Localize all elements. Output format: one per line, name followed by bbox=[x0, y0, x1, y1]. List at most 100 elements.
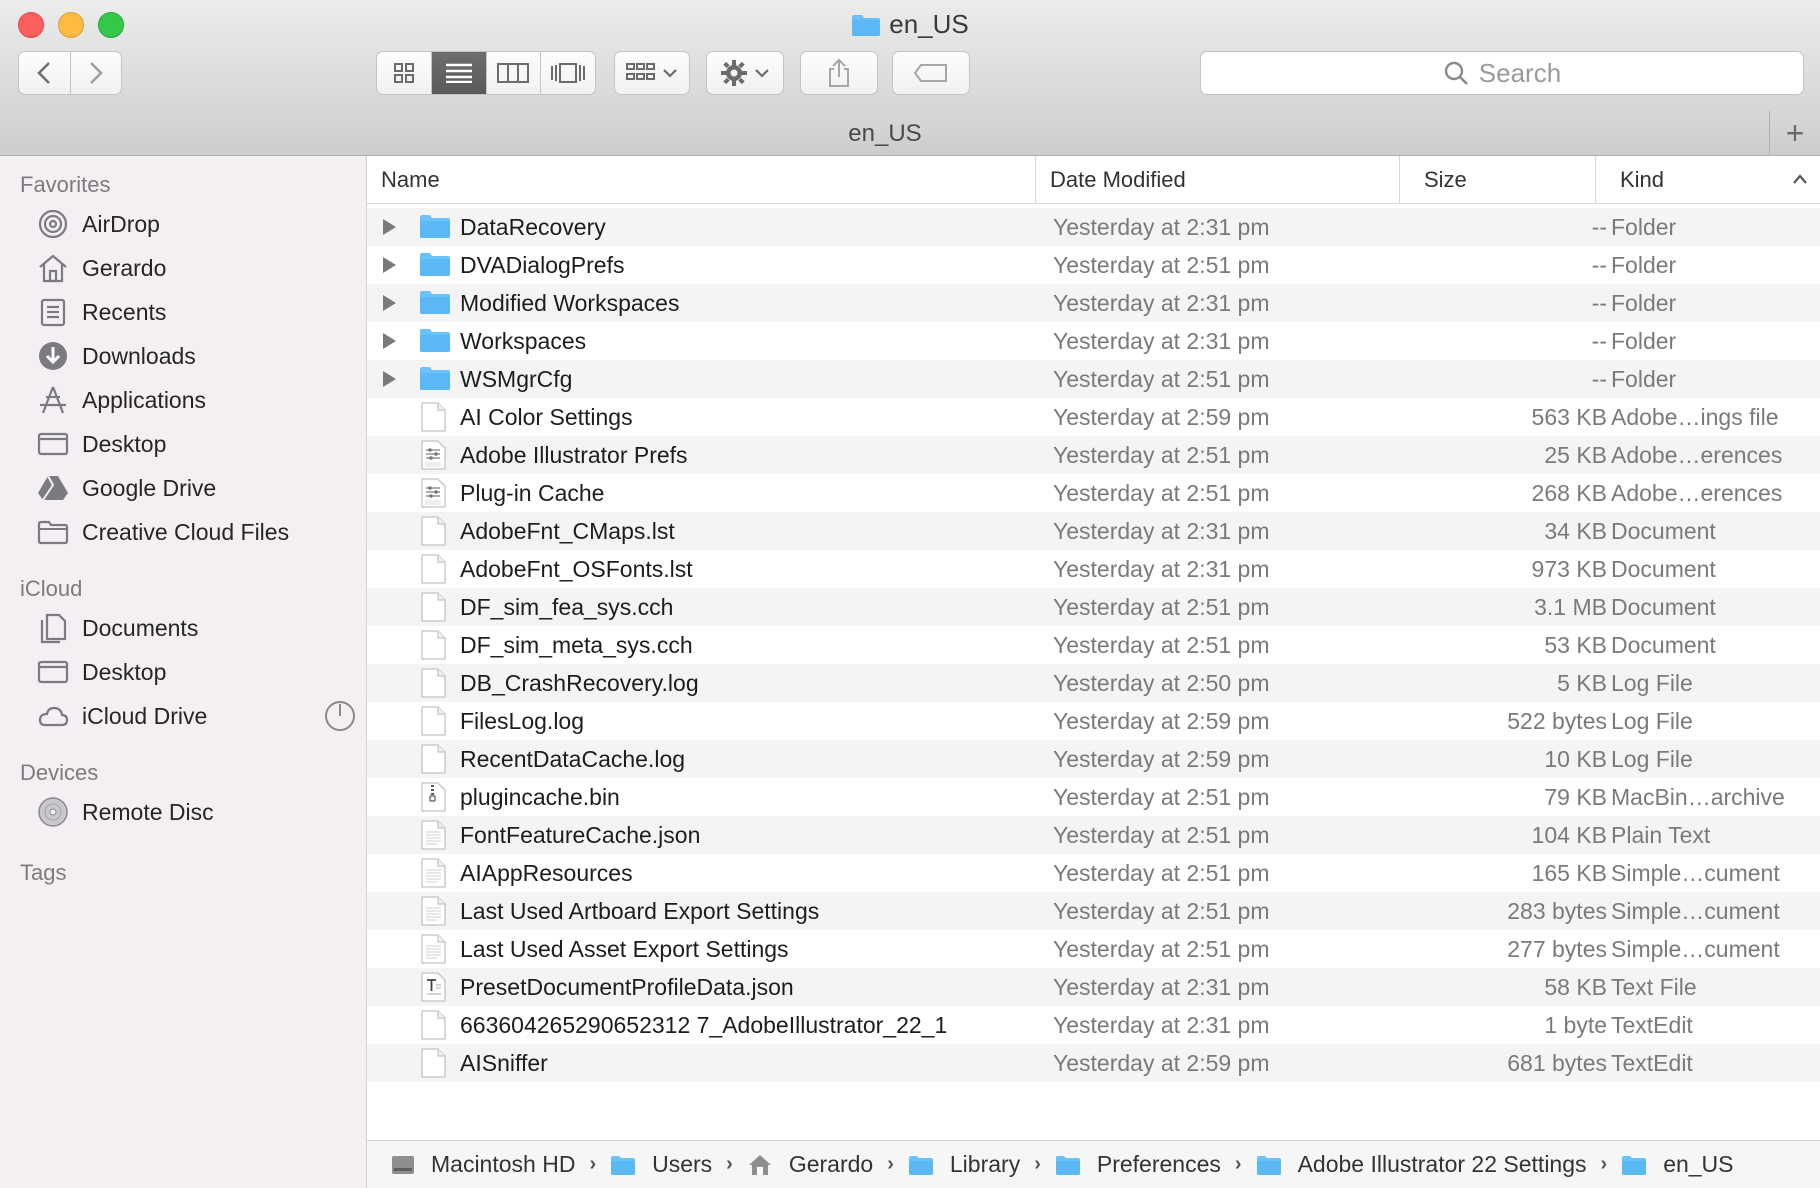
table-row[interactable]: PresetDocumentProfileData.json Yesterday … bbox=[367, 968, 1820, 1006]
table-row[interactable]: DataRecovery Yesterday at 2:31 pm -- Folder bbox=[367, 208, 1820, 246]
document-icon bbox=[419, 630, 451, 660]
breadcrumb-item[interactable]: Gerardo bbox=[747, 1151, 873, 1178]
sidebar-item-icloud-drive[interactable]: iCloud Drive bbox=[36, 696, 356, 736]
sidebar-header-devices: Devices bbox=[20, 760, 99, 785]
group-by-button[interactable] bbox=[614, 51, 690, 95]
folder-icon bbox=[1256, 1154, 1290, 1176]
tab-en-us[interactable]: en_US bbox=[0, 120, 1770, 148]
table-row[interactable]: Last Used Asset Export Settings Yesterday… bbox=[367, 930, 1820, 968]
airdrop-icon bbox=[36, 208, 70, 240]
sidebar-item-google-drive[interactable]: Google Drive bbox=[36, 468, 356, 508]
tags-button[interactable] bbox=[892, 51, 970, 95]
sidebar-item-label: Applications bbox=[82, 386, 207, 413]
sidebar-item-documents[interactable]: Documents bbox=[36, 608, 356, 648]
file-date-modified: Yesterday at 2:31 pm bbox=[1053, 1012, 1270, 1038]
share-button[interactable] bbox=[800, 51, 878, 95]
table-row[interactable]: DB_CrashRecovery.log Yesterday at 2:50 pm… bbox=[367, 664, 1820, 702]
table-row[interactable]: RecentDataCache.log Yesterday at 2:59 pm 1… bbox=[367, 740, 1820, 778]
breadcrumb-item[interactable]: Macintosh HD bbox=[391, 1151, 575, 1178]
disclosure-triangle-icon[interactable] bbox=[383, 333, 396, 349]
disclosure-triangle-icon[interactable] bbox=[383, 257, 396, 273]
search-field[interactable]: Search bbox=[1200, 51, 1804, 95]
history-nav bbox=[18, 51, 122, 95]
table-row[interactable]: Modified Workspaces Yesterday at 2:31 pm -… bbox=[367, 284, 1820, 322]
sidebar-item-desktop[interactable]: Desktop bbox=[36, 424, 356, 464]
cover-flow-view-button[interactable] bbox=[541, 52, 595, 94]
table-row[interactable]: DF_sim_fea_sys.cch Yesterday at 2:51 pm 3.… bbox=[367, 588, 1820, 626]
table-row[interactable]: AISniffer Yesterday at 2:59 pm 681 bytes Te… bbox=[367, 1044, 1820, 1082]
file-date-modified: Yesterday at 2:51 pm bbox=[1053, 252, 1270, 278]
file-name: DF_sim_fea_sys.cch bbox=[460, 594, 674, 620]
downloads-icon bbox=[36, 340, 70, 372]
disclosure-triangle-icon[interactable] bbox=[383, 295, 396, 311]
file-list: Name Date Modified Size Kind DataRecover… bbox=[367, 156, 1820, 1140]
disclosure-triangle-icon[interactable] bbox=[383, 219, 396, 235]
column-header-date-modified[interactable]: Date Modified bbox=[1035, 156, 1399, 204]
text-document-icon bbox=[419, 820, 451, 850]
sync-progress-icon bbox=[325, 701, 355, 731]
icon-view-button[interactable] bbox=[377, 52, 432, 94]
chevron-down-icon bbox=[663, 69, 677, 78]
document-icon bbox=[419, 1048, 451, 1078]
table-row[interactable]: Last Used Artboard Export Settings Yester… bbox=[367, 892, 1820, 930]
sidebar-item-recents[interactable]: Recents bbox=[36, 292, 356, 332]
sidebar-item-gerardo[interactable]: Gerardo bbox=[36, 248, 356, 288]
desktop-icon bbox=[36, 656, 70, 688]
document-icon bbox=[419, 402, 451, 432]
table-row[interactable]: FilesLog.log Yesterday at 2:59 pm 522 byte… bbox=[367, 702, 1820, 740]
file-kind: Folder bbox=[1611, 290, 1677, 316]
forward-button[interactable] bbox=[71, 52, 122, 94]
file-size: 58 KB bbox=[1544, 974, 1607, 1000]
file-date-modified: Yesterday at 2:51 pm bbox=[1053, 898, 1270, 924]
column-view-button[interactable] bbox=[487, 52, 542, 94]
table-row[interactable]: plugincache.bin Yesterday at 2:51 pm 79 KB… bbox=[367, 778, 1820, 816]
breadcrumb-item[interactable]: Adobe Illustrator 22 Settings bbox=[1256, 1151, 1587, 1178]
new-tab-button[interactable]: + bbox=[1769, 111, 1820, 155]
table-row[interactable]: DVADialogPrefs Yesterday at 2:51 pm -- Fold… bbox=[367, 246, 1820, 284]
table-row[interactable]: AdobeFnt_CMaps.lst Yesterday at 2:31 pm 34… bbox=[367, 512, 1820, 550]
file-size: 522 bytes bbox=[1507, 708, 1607, 734]
column-header-name[interactable]: Name bbox=[367, 156, 1035, 204]
file-kind: TextEdit bbox=[1611, 1050, 1693, 1076]
table-row[interactable]: Workspaces Yesterday at 2:31 pm -- Folder bbox=[367, 322, 1820, 360]
file-size: 283 bytes bbox=[1507, 898, 1607, 924]
breadcrumb-item[interactable]: en_US bbox=[1621, 1151, 1734, 1178]
table-row[interactable]: Plug-in Cache Yesterday at 2:51 pm 268 KB A… bbox=[367, 474, 1820, 512]
file-name: 663604265290652312 7_AdobeIllustrator_22… bbox=[460, 1012, 948, 1038]
sidebar-item-downloads[interactable]: Downloads bbox=[36, 336, 356, 376]
table-row[interactable]: Adobe Illustrator Prefs Yesterday at 2:51… bbox=[367, 436, 1820, 474]
table-row[interactable]: AIAppResources Yesterday at 2:51 pm 165 KB… bbox=[367, 854, 1820, 892]
sidebar-item-remote-disc[interactable]: Remote Disc bbox=[36, 792, 356, 832]
file-date-modified: Yesterday at 2:31 pm bbox=[1053, 974, 1270, 1000]
table-row[interactable]: DF_sim_meta_sys.cch Yesterday at 2:51 pm 5… bbox=[367, 626, 1820, 664]
sidebar-item-icloud-desktop[interactable]: Desktop bbox=[36, 652, 356, 692]
disclosure-triangle-icon[interactable] bbox=[383, 371, 396, 387]
file-size: 3.1 MB bbox=[1534, 594, 1607, 620]
table-row[interactable]: WSMgrCfg Yesterday at 2:51 pm -- Folder bbox=[367, 360, 1820, 398]
grid-icon bbox=[393, 63, 414, 83]
table-row[interactable]: AdobeFnt_OSFonts.lst Yesterday at 2:31 pm… bbox=[367, 550, 1820, 588]
sidebar-header-favorites: Favorites bbox=[20, 172, 111, 197]
action-menu-button[interactable] bbox=[706, 51, 784, 95]
file-size: -- bbox=[1591, 328, 1607, 354]
file-size: 1 byte bbox=[1544, 1012, 1607, 1038]
column-header-size[interactable]: Size bbox=[1399, 156, 1595, 204]
file-name: DataRecovery bbox=[460, 214, 606, 240]
sidebar-item-airdrop[interactable]: AirDrop bbox=[36, 204, 356, 244]
file-date-modified: Yesterday at 2:31 pm bbox=[1053, 328, 1270, 354]
sidebar-item-creative-cloud-files[interactable]: Creative Cloud Files bbox=[36, 512, 356, 552]
table-row[interactable]: AI Color Settings Yesterday at 2:59 pm 563… bbox=[367, 398, 1820, 436]
sidebar-item-applications[interactable]: Applications bbox=[36, 380, 356, 420]
table-row[interactable]: 663604265290652312 7_AdobeIllustrator_22… bbox=[367, 1006, 1820, 1044]
breadcrumb-item[interactable]: Preferences bbox=[1055, 1151, 1221, 1178]
table-row[interactable]: FontFeatureCache.json Yesterday at 2:51 p… bbox=[367, 816, 1820, 854]
breadcrumb-item[interactable]: Users bbox=[610, 1151, 712, 1178]
breadcrumb-item[interactable]: Library bbox=[908, 1151, 1020, 1178]
file-date-modified: Yesterday at 2:59 pm bbox=[1053, 1050, 1270, 1076]
sidebar-item-label: AirDrop bbox=[82, 210, 160, 237]
column-header-kind[interactable]: Kind bbox=[1595, 156, 1820, 204]
list-view-button[interactable] bbox=[431, 52, 487, 94]
back-button[interactable] bbox=[19, 52, 71, 94]
file-date-modified: Yesterday at 2:51 pm bbox=[1053, 442, 1270, 468]
file-kind: Log File bbox=[1611, 670, 1693, 696]
